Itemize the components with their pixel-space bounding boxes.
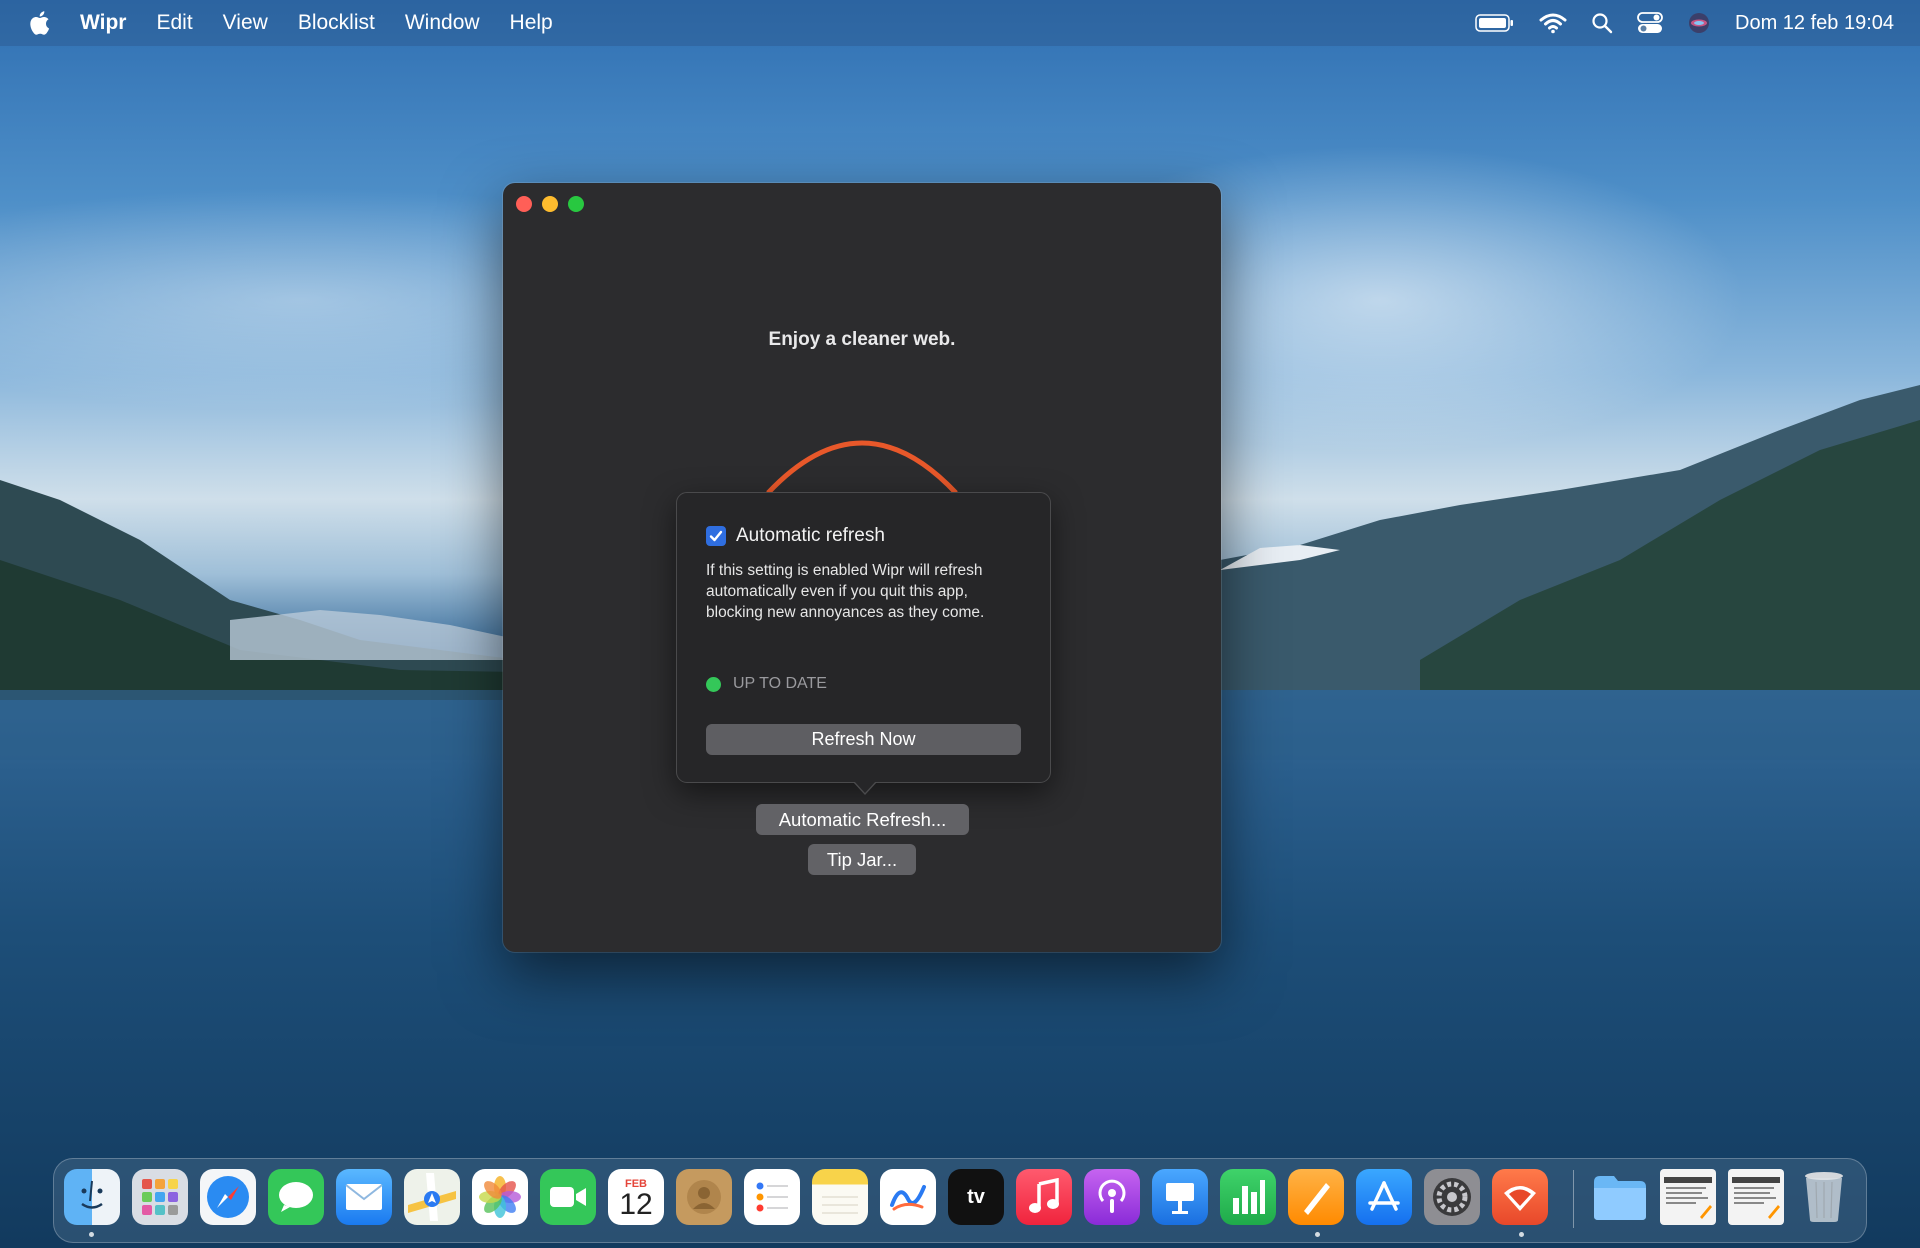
menu-view[interactable]: View xyxy=(223,11,268,35)
menu-clock[interactable]: Dom 12 feb 19:04 xyxy=(1735,12,1894,35)
keynote-icon[interactable] xyxy=(1152,1169,1208,1225)
facetime-icon[interactable] xyxy=(540,1169,596,1225)
maps-icon[interactable] xyxy=(404,1169,460,1225)
menu-blocklist[interactable]: Blocklist xyxy=(298,11,375,35)
menu-bar: Wipr Edit View Blocklist Window Help Dom… xyxy=(0,0,1920,46)
safari-icon[interactable] xyxy=(200,1169,256,1225)
siri-icon[interactable] xyxy=(1687,11,1711,35)
notes-icon[interactable] xyxy=(812,1169,868,1225)
tip-jar-button[interactable]: Tip Jar... xyxy=(808,844,916,875)
mail-icon[interactable] xyxy=(336,1169,392,1225)
automatic-refresh-button[interactable]: Automatic Refresh... xyxy=(756,804,969,835)
spotlight-search-icon[interactable] xyxy=(1591,12,1613,34)
calendar-icon[interactable]: FEB 12 xyxy=(608,1169,664,1225)
launchpad-icon[interactable] xyxy=(132,1169,188,1225)
checkmark-icon xyxy=(709,530,723,542)
wipr-window: Enjoy a cleaner web. Automatic refresh I… xyxy=(503,183,1221,952)
automatic-refresh-popover: Automatic refresh If this setting is ena… xyxy=(676,492,1051,795)
finder-running-indicator xyxy=(89,1232,94,1237)
document-thumbnail-2-icon[interactable] xyxy=(1728,1169,1784,1225)
dock-separator xyxy=(1573,1170,1574,1228)
wifi-icon[interactable] xyxy=(1539,12,1567,34)
apple-menu-icon[interactable] xyxy=(28,10,50,36)
podcasts-icon[interactable] xyxy=(1084,1169,1140,1225)
downloads-folder-icon[interactable] xyxy=(1592,1169,1648,1225)
menu-window[interactable]: Window xyxy=(405,11,480,35)
system-settings-icon[interactable] xyxy=(1424,1169,1480,1225)
pages-running-indicator xyxy=(1315,1232,1320,1237)
menu-app-name[interactable]: Wipr xyxy=(80,11,126,35)
freeform-icon[interactable] xyxy=(880,1169,936,1225)
photos-icon[interactable] xyxy=(472,1169,528,1225)
reminders-icon[interactable] xyxy=(744,1169,800,1225)
status-dot-icon xyxy=(706,676,721,692)
pages-icon[interactable] xyxy=(1288,1169,1344,1225)
trash-icon[interactable] xyxy=(1796,1169,1852,1225)
control-center-icon[interactable] xyxy=(1637,12,1663,34)
automatic-refresh-checkbox[interactable] xyxy=(706,526,726,546)
app-store-icon[interactable] xyxy=(1356,1169,1412,1225)
wipr-app-icon[interactable] xyxy=(1492,1169,1548,1225)
messages-icon[interactable] xyxy=(268,1169,324,1225)
automatic-refresh-description: If this setting is enabled Wipr will ref… xyxy=(706,562,985,621)
numbers-icon[interactable] xyxy=(1220,1169,1276,1225)
popover-arrow xyxy=(853,781,877,795)
automatic-refresh-label: Automatic refresh xyxy=(736,525,885,546)
contacts-icon[interactable] xyxy=(676,1169,732,1225)
menu-help[interactable]: Help xyxy=(510,11,553,35)
menu-edit[interactable]: Edit xyxy=(156,11,192,35)
automatic-refresh-checkbox-row[interactable]: Automatic refresh xyxy=(706,525,885,547)
battery-icon[interactable] xyxy=(1475,13,1515,33)
status-text: UP TO DATE xyxy=(733,675,827,692)
status-indicator: UP TO DATE xyxy=(706,675,827,693)
document-thumbnail-1-icon[interactable] xyxy=(1660,1169,1716,1225)
refresh-now-button[interactable]: Refresh Now xyxy=(706,724,1021,755)
music-icon[interactable] xyxy=(1016,1169,1072,1225)
finder-icon[interactable] xyxy=(64,1169,120,1225)
calendar-day: 12 xyxy=(619,1188,653,1221)
apple-tv-icon[interactable]: tv xyxy=(948,1169,1004,1225)
wipr-running-indicator xyxy=(1519,1232,1524,1237)
